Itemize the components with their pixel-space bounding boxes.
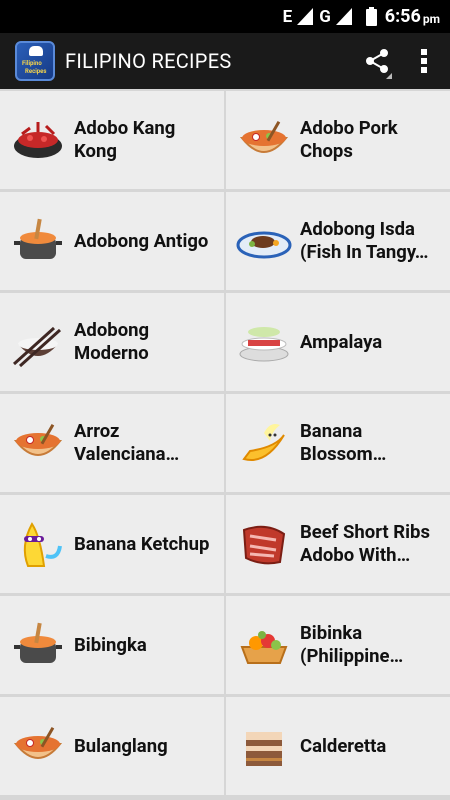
banana-icon — [236, 415, 292, 471]
app-logo: Filipino Recipes — [15, 41, 55, 81]
share-button[interactable] — [352, 33, 402, 89]
soup-bowl-icon — [10, 415, 66, 471]
recipe-card[interactable]: Adobo Kang Kong — [0, 91, 224, 189]
recipe-name: Bibinka (Philippine… — [300, 622, 404, 667]
app-bar: Filipino Recipes FILIPINO RECIPES — [0, 33, 450, 89]
battery-icon — [365, 7, 377, 26]
share-icon — [366, 49, 388, 73]
dropdown-corner-indicator — [386, 73, 392, 79]
recipe-card[interactable]: Ampalaya — [226, 293, 450, 391]
recipe-card[interactable]: Beef Short Ribs Adobo With… — [226, 495, 450, 593]
recipe-name: Adobong Isda (Fish In Tangy… — [300, 218, 429, 263]
network-type-label: E — [282, 6, 293, 27]
fruit-tart-icon — [236, 617, 292, 673]
recipe-name: Bulanglang — [74, 734, 168, 757]
clock-time: 6:56 — [384, 6, 421, 27]
recipe-card[interactable]: Bibingka — [0, 596, 224, 694]
lobster-pot-icon — [10, 112, 66, 168]
recipe-card[interactable]: Adobo Pork Chops — [226, 91, 450, 189]
cooking-pot-icon — [10, 213, 66, 269]
recipe-grid: Adobo Kang Kong Adobo Pork Chops Adobong A… — [0, 89, 450, 800]
recipe-name: Banana Ketchup — [74, 532, 210, 555]
recipe-card[interactable]: Calderetta — [226, 697, 450, 795]
recipe-name: Calderetta — [300, 734, 387, 757]
network-type-label-2: G — [319, 6, 331, 27]
cooking-pot-icon — [10, 617, 66, 673]
clock-ampm: pm — [422, 11, 440, 26]
recipe-name: Adobo Pork Chops — [300, 117, 398, 162]
recipe-card[interactable]: Banana Ketchup — [0, 495, 224, 593]
signal-icon-2 — [335, 8, 352, 25]
soup-bowl-icon — [236, 112, 292, 168]
recipe-card[interactable]: Bulanglang — [0, 697, 224, 795]
recipe-name: Beef Short Ribs Adobo With… — [300, 521, 430, 566]
banana-character-icon — [10, 516, 66, 572]
chef-hat-icon — [29, 46, 43, 56]
recipe-name: Arroz Valenciana… — [74, 420, 180, 465]
rice-bowl-icon — [10, 314, 66, 370]
recipe-card[interactable]: Arroz Valenciana… — [0, 394, 224, 492]
cake-slice-icon — [236, 718, 292, 774]
overflow-menu-button[interactable] — [402, 33, 446, 89]
recipe-name: Banana Blossom… — [300, 420, 387, 465]
signal-icon — [297, 8, 314, 25]
beef-ribs-icon — [236, 516, 292, 572]
more-vert-icon — [421, 49, 427, 73]
recipe-name: Adobong Moderno — [74, 319, 150, 364]
steak-plate-icon — [236, 213, 292, 269]
recipe-card[interactable]: Adobong Isda (Fish In Tangy… — [226, 192, 450, 290]
logo-text-1: Filipino — [22, 60, 42, 67]
recipe-name: Adobo Kang Kong — [74, 117, 176, 162]
layered-plate-icon — [236, 314, 292, 370]
recipe-card[interactable]: Bibinka (Philippine… — [226, 596, 450, 694]
status-bar: E G 6:56 pm — [0, 0, 450, 33]
app-title: FILIPINO RECIPES — [65, 49, 232, 73]
soup-bowl-icon — [10, 718, 66, 774]
recipe-card[interactable]: Banana Blossom… — [226, 394, 450, 492]
recipe-name: Bibingka — [74, 633, 147, 656]
logo-text-2: Recipes — [25, 68, 47, 75]
recipe-card[interactable]: Adobong Moderno — [0, 293, 224, 391]
recipe-card[interactable]: Adobong Antigo — [0, 192, 224, 290]
recipe-name: Adobong Antigo — [74, 229, 209, 252]
recipe-name: Ampalaya — [300, 330, 383, 353]
